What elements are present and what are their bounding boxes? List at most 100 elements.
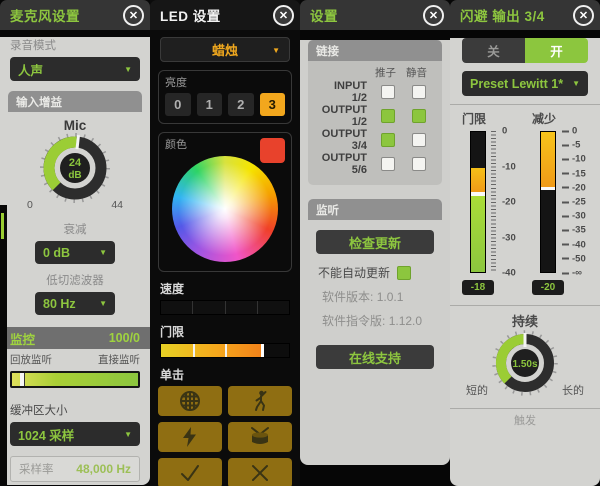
atten-value: 0 dB: [43, 245, 71, 260]
chevron-down-icon: ▼: [99, 299, 107, 308]
ducking-off-button[interactable]: 关: [462, 38, 525, 63]
settings-panel-header: 设置 ✕: [300, 0, 450, 30]
online-support-button[interactable]: 在线支持: [316, 345, 434, 369]
mute-link-checkbox[interactable]: [411, 109, 426, 123]
panel-ducking: 闪避 输出 3/4 ✕ 关 开 Preset Lewitt 1* ▼ 门限 减少: [450, 0, 600, 486]
atten-dropdown[interactable]: 0 dB ▼: [35, 241, 115, 264]
click-check-button[interactable]: [158, 458, 222, 486]
click-lightning-button[interactable]: [158, 422, 222, 452]
short-label: 短的: [466, 385, 488, 397]
mute-link-checkbox[interactable]: [411, 85, 426, 99]
tick-label: -5: [572, 139, 581, 151]
check-icon: [181, 465, 199, 481]
click-dancer-button[interactable]: [228, 386, 292, 416]
threshold-marker[interactable]: [260, 344, 264, 357]
samplerate-value: 48,000 Hz: [76, 462, 131, 476]
led-threshold-bar[interactable]: [160, 343, 290, 358]
record-mode-label: 录音模式: [10, 40, 56, 52]
mic-panel-header: 麦克风设置 ✕: [0, 0, 150, 30]
playback-monitor-label: 回放监听: [10, 354, 52, 366]
panel-mic-settings: 麦克风设置 ✕ 录音模式 人声 ▼ 输入增益 Mic 24 dB 0 44 衰减…: [0, 0, 150, 486]
gain-knob[interactable]: 24 dB: [35, 133, 115, 205]
led-panel-title: LED 设置: [160, 9, 221, 24]
long-label: 长的: [562, 385, 584, 397]
buffer-dropdown[interactable]: 1024 采样 ▼: [10, 422, 140, 446]
ducking-toggle: 关 开: [462, 38, 588, 63]
channel-label: OUTPUT 5/6: [321, 152, 367, 176]
mute-column-label: 静音: [406, 67, 427, 79]
duck-threshold-label: 门限: [462, 112, 487, 126]
record-mode-dropdown[interactable]: 人声 ▼: [10, 57, 140, 81]
chevron-down-icon: ▼: [124, 64, 132, 74]
color-swatch[interactable]: [260, 138, 285, 163]
firmware-version-label: 软件指令版:: [322, 314, 386, 328]
lowcut-value: 80 Hz: [43, 296, 76, 311]
hold-label: 持续: [511, 314, 538, 329]
led-mode-dropdown[interactable]: 蜡烛 ▼: [160, 37, 290, 62]
tick-label: -∞: [572, 267, 582, 279]
reduce-meter[interactable]: [540, 131, 556, 273]
threshold-ruler: [491, 131, 496, 273]
speed-segment: [161, 301, 192, 314]
color-wheel[interactable]: [172, 156, 278, 262]
reduce-scale: 0 -5 -10 -15 -20 -25 -30 -35 -40 -50 -∞: [562, 126, 598, 279]
fader-link-checkbox[interactable]: [380, 157, 395, 171]
slider-handle[interactable]: [19, 373, 25, 386]
monitor-mix-slider[interactable]: [10, 371, 140, 388]
check-updates-button[interactable]: 检查更新: [316, 230, 434, 254]
software-version-value: 1.0.1: [376, 290, 404, 304]
mic-close-button[interactable]: ✕: [123, 4, 144, 26]
click-cross-button[interactable]: [228, 458, 292, 486]
divider: [450, 305, 600, 306]
cross-icon: [252, 465, 268, 481]
fader-link-checkbox[interactable]: [380, 85, 395, 99]
settings-close-button[interactable]: ✕: [423, 4, 444, 26]
tick-label: -10: [572, 153, 586, 165]
brightness-0-button[interactable]: 0: [165, 93, 191, 116]
ducking-close-button[interactable]: ✕: [573, 4, 594, 26]
fader-link-checkbox[interactable]: [380, 133, 395, 147]
divider: [450, 408, 600, 409]
chevron-down-icon: ▼: [272, 46, 280, 55]
auto-update-row: 不能自动更新: [318, 264, 432, 281]
speed-bar[interactable]: [160, 300, 290, 315]
threshold-meter[interactable]: [470, 131, 486, 273]
led-close-button[interactable]: ✕: [273, 4, 294, 26]
firmware-version-line: 软件指令版: 1.12.0: [322, 312, 442, 329]
dancer-icon: [255, 390, 267, 411]
lowcut-dropdown[interactable]: 80 Hz ▼: [35, 292, 115, 315]
click-disco-ball-button[interactable]: [158, 386, 222, 416]
lightning-icon: [183, 427, 196, 447]
fader-link-checkbox[interactable]: [380, 109, 395, 123]
no-auto-update-checkbox[interactable]: [397, 265, 412, 280]
samplerate-box: 采样率 48,000 Hz: [10, 456, 140, 482]
threshold-divider: [193, 344, 195, 357]
ducking-on-button[interactable]: 开: [525, 38, 588, 63]
click-drum-button[interactable]: [228, 422, 292, 452]
preset-dropdown[interactable]: Preset Lewitt 1* ▼: [462, 71, 588, 96]
monitoring-group: 监听 检查更新 不能自动更新 软件版本: 1.0.1 软件指令版: 1.12.0: [308, 199, 442, 369]
mute-link-checkbox[interactable]: [411, 133, 426, 147]
mic-panel-body: 录音模式 人声 ▼ 输入增益 Mic 24 dB 0 44 衰减 0 dB ▼ …: [0, 37, 150, 485]
channel-label: OUTPUT 1/2: [321, 104, 367, 128]
gain-max-label: 44: [111, 199, 123, 211]
knob-pointer: [75, 135, 80, 150]
buffer-label: 缓冲区大小: [10, 405, 68, 417]
meter-segment: [541, 132, 555, 187]
close-icon: ✕: [278, 9, 289, 22]
preset-value: Preset Lewitt 1*: [470, 76, 564, 91]
direct-monitor-label: 直接监听: [98, 354, 140, 366]
brightness-2-button[interactable]: 2: [228, 93, 254, 116]
mute-link-checkbox[interactable]: [411, 157, 426, 171]
settings-panel-title: 设置: [310, 9, 338, 24]
click-button-grid: [158, 386, 292, 486]
brightness-3-button[interactable]: 3: [259, 93, 285, 116]
link-group: 链接 推子 静音 INPUT 1/2 OUTPUT 1/2 OUTPUT 3/4…: [308, 40, 442, 185]
link-body: 推子 静音 INPUT 1/2 OUTPUT 1/2 OUTPUT 3/4 OU…: [308, 61, 442, 185]
brightness-group: 亮度 0 1 2 3: [158, 70, 292, 124]
brightness-1-button[interactable]: 1: [196, 93, 222, 116]
gain-min-label: 0: [27, 199, 33, 211]
input-gain-group: 输入增益 Mic 24 dB 0 44 衰减 0 dB ▼ 低切滤波器 80 H…: [8, 91, 142, 315]
chevron-down-icon: ▼: [99, 248, 107, 257]
firmware-version-value: 1.12.0: [388, 314, 423, 328]
